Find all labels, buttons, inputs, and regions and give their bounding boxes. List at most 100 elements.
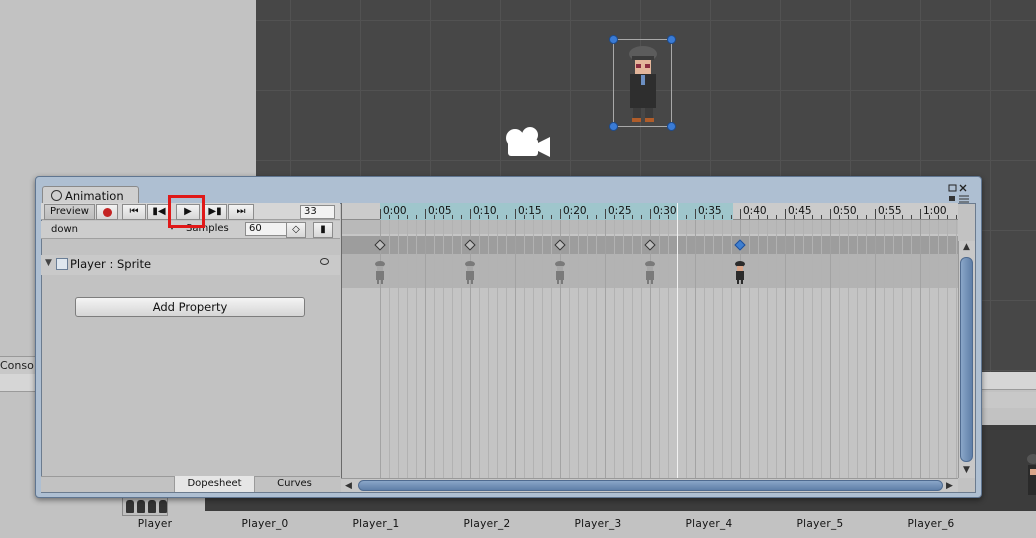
ruler-subtick [452,215,453,219]
preview-button[interactable]: Preview [44,204,95,220]
ruler-subtick [659,215,660,219]
grid-line [605,220,606,478]
grid-line [641,220,642,478]
grid-line [569,220,570,478]
resize-handle[interactable] [609,35,618,44]
ruler-subtick [497,215,498,219]
frame-input[interactable]: 33 [300,205,335,219]
ruler-subtick [929,215,930,219]
sprite-selection-rect[interactable] [609,35,676,131]
asset-label[interactable]: Player_5 [775,518,865,530]
ruler-tick [425,209,426,219]
grid-line [479,220,480,478]
ruler-tick-label: 0:00 [383,205,407,217]
ruler-subtick [794,215,795,219]
resize-handle[interactable] [667,122,676,131]
tab-console[interactable]: Conso [0,356,38,374]
sprite-keyframe-thumbnail[interactable] [734,260,746,284]
ruler-subtick [416,215,417,219]
asset-label[interactable]: Player_2 [442,518,532,530]
ruler-subtick [884,215,885,219]
grid-line [866,220,867,478]
playhead[interactable] [677,203,678,478]
grid-line [704,220,705,478]
prev-key-icon: ▮◀ [152,206,166,217]
grid-line [920,220,921,478]
asset-label[interactable]: Player_4 [664,518,754,530]
sprite-keyframe-thumbnail[interactable] [374,260,386,284]
ruler-tick-label: 0:25 [608,205,632,217]
last-key-button[interactable]: ⏭ [228,204,254,220]
camera-icon[interactable] [502,125,552,159]
sprite-keyframe-thumbnail[interactable] [464,260,476,284]
ruler-subtick [479,215,480,219]
ruler-tick-label: 0:45 [788,205,812,217]
first-key-button[interactable]: ⏮ [122,204,146,220]
grid-line [650,220,651,478]
grid-line [416,220,417,478]
grid-line [857,220,858,478]
player-asset-thumbnail[interactable] [122,496,168,516]
samples-input[interactable]: 60 [245,222,289,236]
scroll-down-icon[interactable]: ▼ [963,465,970,475]
ruler-subtick [866,215,867,219]
grid-line [848,220,849,478]
resize-handle[interactable] [667,35,676,44]
asset-label[interactable]: Player [110,518,200,530]
ruler-tick [470,209,471,219]
resize-handle[interactable] [609,122,618,131]
next-key-button[interactable]: ▶▮ [203,204,227,220]
ruler-subtick [947,215,948,219]
grid-line [722,220,723,478]
add-keyframe-button[interactable]: ◇ [286,222,306,238]
player-sprite[interactable] [624,44,662,124]
ruler-subtick [407,215,408,219]
ruler-subtick [938,215,939,219]
lock-icon [949,196,955,201]
vertical-scroll-thumb[interactable] [960,257,973,462]
grid-line [470,220,471,478]
dopesheet-timeline[interactable]: 0:00 0:05 0:10 0:15 0:20 0:25 0:30 0:35 0:40 0:45… [341,203,958,478]
grid-line [767,220,768,478]
grid-line [785,220,786,478]
curve-toggle-icon[interactable] [320,258,329,265]
ruler-subtick [713,215,714,219]
ruler-tick [560,209,561,219]
grid-line [560,220,561,478]
grid-line [443,220,444,478]
sprite-keyframe-thumbnail[interactable] [644,260,656,284]
asset-label[interactable]: Player_0 [220,518,310,530]
sprite-keyframe-thumbnail[interactable] [554,260,566,284]
grid-line [515,220,516,478]
ruler-tick-label: 0:40 [743,205,767,217]
scroll-left-icon[interactable]: ◀ [345,481,352,491]
asset-label[interactable]: Player_1 [331,518,421,530]
scroll-up-icon[interactable]: ▲ [963,242,970,252]
ruler-tick [650,209,651,219]
expand-triangle-icon[interactable]: ▼ [45,258,52,268]
ruler-subtick [614,215,615,219]
ruler-tick-label: 0:30 [653,205,677,217]
add-event-button[interactable]: ▮ [313,222,333,238]
horizontal-scroll-thumb[interactable] [358,480,943,491]
maximize-icon [948,184,957,192]
tab-dopesheet[interactable]: Dopesheet [174,476,254,492]
grid-line [434,220,435,478]
clip-dropdown[interactable]: down [47,222,177,238]
grid-line [551,220,552,478]
scroll-right-icon[interactable]: ▶ [946,481,953,491]
time-ruler[interactable]: 0:00 0:05 0:10 0:15 0:20 0:25 0:30 0:35 0:40 0:45… [342,203,958,220]
ruler-subtick [812,215,813,219]
record-button[interactable] [96,204,118,220]
ruler-subtick [443,215,444,219]
grid-line [425,220,426,478]
ruler-tick [380,209,381,219]
last-key-icon: ⏭ [236,206,246,217]
grid-line [452,220,453,478]
grid-line [713,220,714,478]
tab-curves[interactable]: Curves [254,476,334,492]
add-property-button[interactable]: Add Property [75,297,305,317]
asset-label[interactable]: Player_3 [553,518,643,530]
ruler-subtick [578,215,579,219]
asset-label[interactable]: Player_6 [886,518,976,530]
